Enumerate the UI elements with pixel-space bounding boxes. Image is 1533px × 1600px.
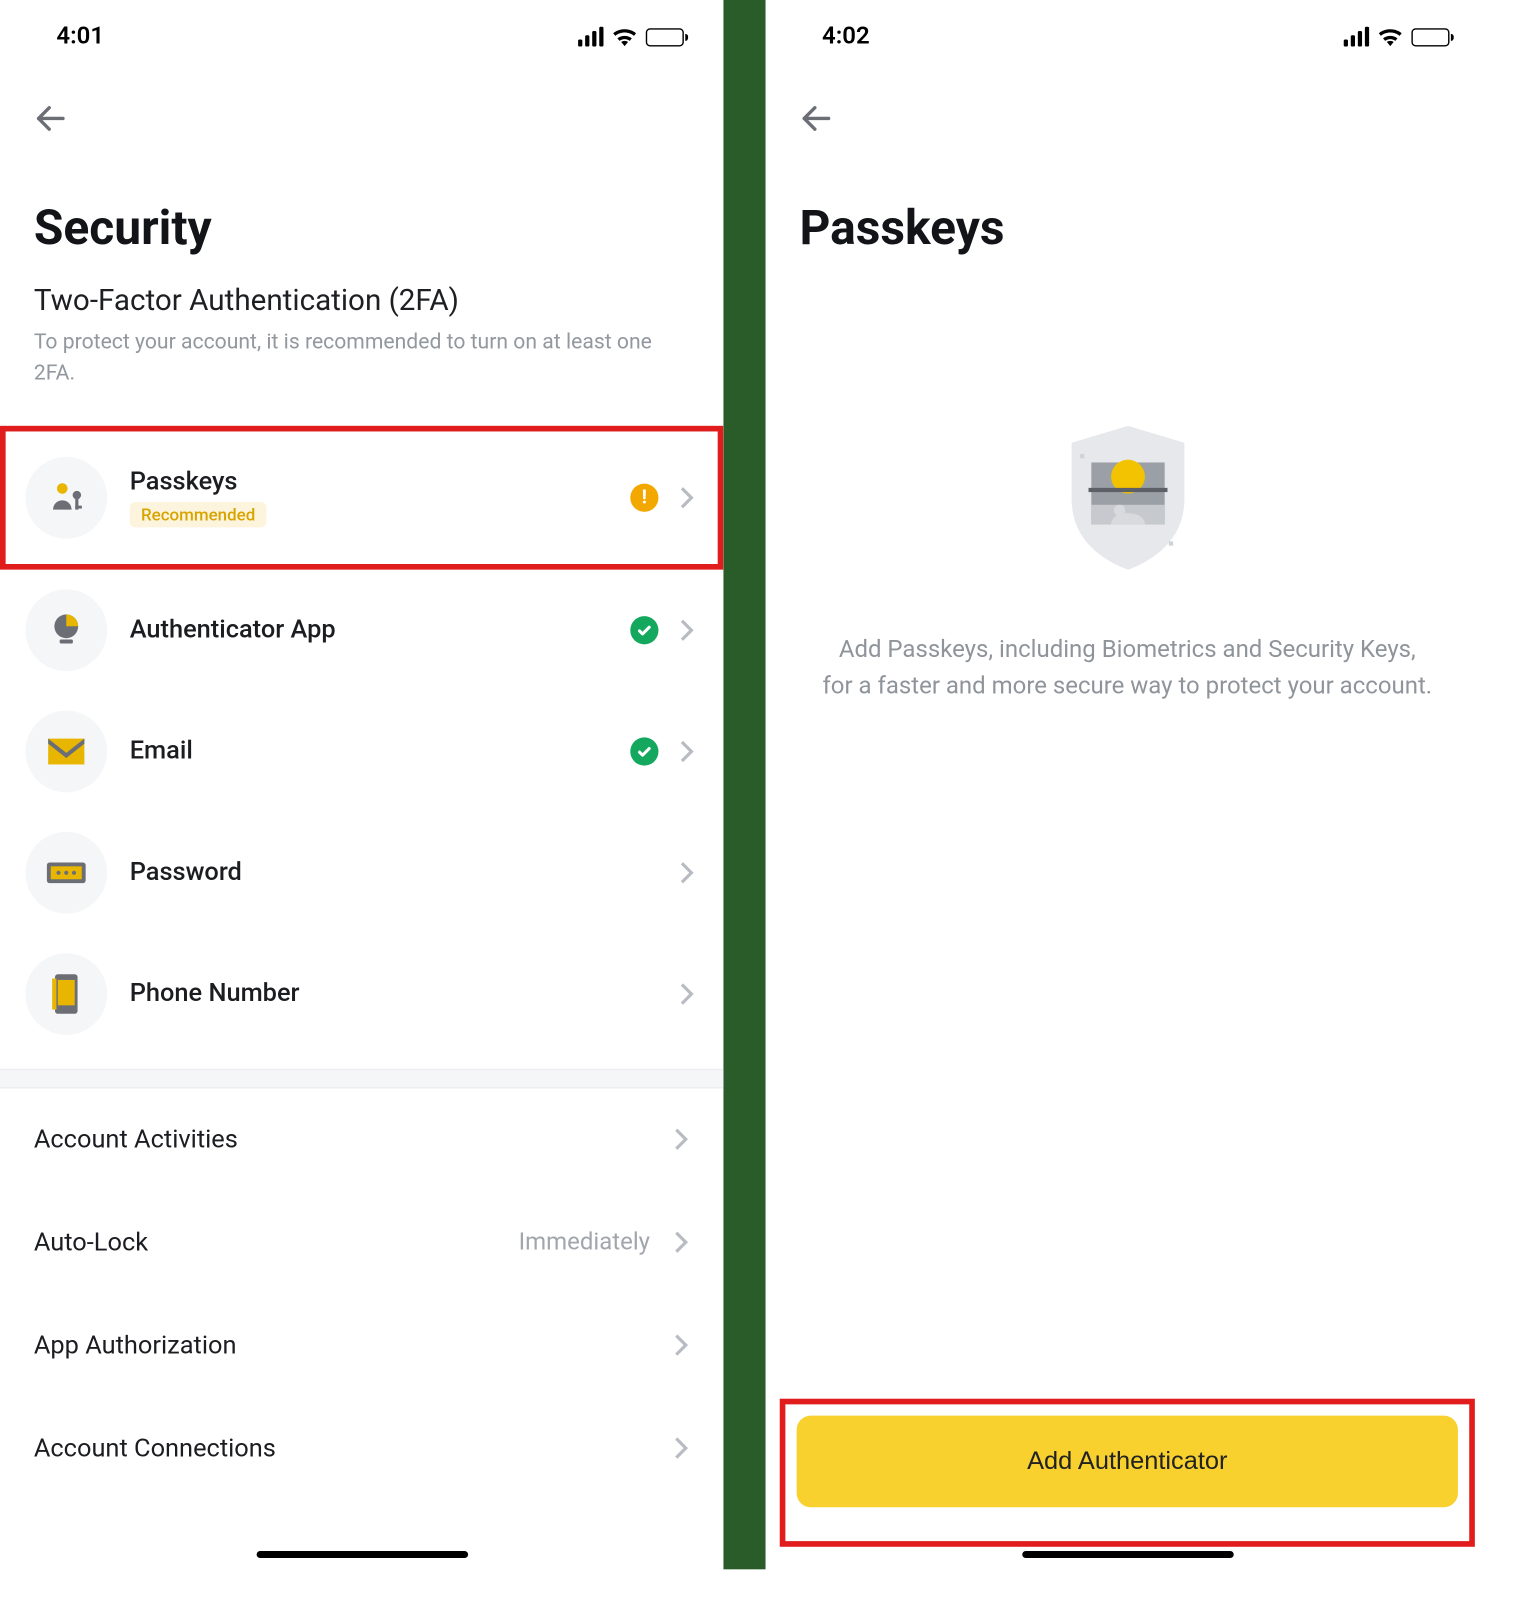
home-indicator[interactable] (256, 1551, 467, 1558)
screen-passkeys: 4:02 Passkeys (766, 0, 1489, 1569)
recommended-badge: Recommended (130, 502, 267, 527)
wifi-icon (1378, 27, 1403, 47)
item-label: Password (130, 857, 656, 887)
item-email[interactable]: Email (0, 690, 723, 811)
phone-icon (25, 952, 107, 1034)
home-indicator[interactable] (1022, 1551, 1233, 1558)
item-label: Phone Number (130, 979, 656, 1009)
battery-icon (646, 27, 684, 45)
item-phone-number[interactable]: Phone Number (0, 933, 723, 1054)
twofa-subtitle: To protect your account, it is recommend… (34, 327, 690, 388)
page-title: Passkeys (766, 144, 1489, 285)
item-auto-lock[interactable]: Auto-Lock Immediately (0, 1191, 723, 1294)
item-label: Account Connections (34, 1433, 276, 1463)
add-authenticator-button[interactable]: Add Authenticator (797, 1416, 1458, 1508)
item-label: Authenticator App (130, 615, 608, 645)
cellular-icon (1344, 27, 1369, 47)
wifi-icon (612, 27, 637, 47)
page-title: Security (0, 144, 723, 285)
email-icon (25, 710, 107, 792)
item-label: Account Activities (34, 1124, 238, 1154)
empty-state-illustration (1043, 412, 1212, 581)
item-app-authorization[interactable]: App Authorization (0, 1294, 723, 1397)
status-time: 4:02 (822, 23, 870, 51)
chevron-right-icon (678, 738, 695, 763)
item-account-activities[interactable]: Account Activities (0, 1088, 723, 1191)
status-icons (1344, 27, 1450, 47)
twofa-list: Passkeys Recommended ! Authenticator App (0, 425, 723, 1054)
chevron-right-icon (678, 859, 695, 884)
cellular-icon (578, 27, 603, 47)
screen-security: 4:01 Security Two-Factor Authentication … (0, 0, 723, 1569)
chevron-right-icon (678, 617, 695, 642)
status-bar: 4:02 (766, 0, 1489, 59)
battery-icon (1411, 27, 1449, 45)
passkeys-icon (25, 456, 107, 538)
chevron-right-icon (673, 1127, 690, 1152)
item-authenticator-app[interactable]: Authenticator App (0, 569, 723, 690)
arrow-left-icon (798, 100, 835, 137)
item-account-connections[interactable]: Account Connections (0, 1397, 723, 1500)
status-icons (578, 27, 684, 47)
twofa-section-header: Two-Factor Authentication (2FA) To prote… (0, 285, 723, 389)
item-passkeys[interactable]: Passkeys Recommended ! (0, 425, 723, 569)
chevron-right-icon (678, 981, 695, 1006)
item-label: Passkeys (130, 467, 608, 497)
item-value: Immediately (519, 1228, 650, 1256)
item-label: Email (130, 736, 608, 766)
check-icon (630, 737, 658, 765)
chevron-right-icon (673, 1435, 690, 1460)
empty-state-text: Add Passkeys, including Biometrics and S… (766, 581, 1489, 706)
item-password[interactable]: Password (0, 811, 723, 932)
chevron-right-icon (673, 1332, 690, 1357)
chevron-right-icon (673, 1230, 690, 1255)
arrow-left-icon (32, 100, 69, 137)
item-label: Auto-Lock (34, 1227, 148, 1257)
status-time: 4:01 (56, 23, 104, 51)
warning-icon: ! (630, 483, 658, 511)
check-icon (630, 615, 658, 643)
twofa-title: Two-Factor Authentication (2FA) (34, 285, 690, 319)
password-icon (25, 831, 107, 913)
screens-divider (723, 0, 765, 1569)
status-bar: 4:01 (0, 0, 723, 59)
back-button[interactable] (25, 93, 76, 144)
section-separator (0, 1068, 723, 1088)
cta-container: Add Authenticator (780, 1399, 1475, 1547)
back-button[interactable] (791, 93, 842, 144)
item-label: App Authorization (34, 1330, 237, 1360)
chevron-right-icon (678, 484, 695, 509)
authenticator-icon (25, 589, 107, 671)
